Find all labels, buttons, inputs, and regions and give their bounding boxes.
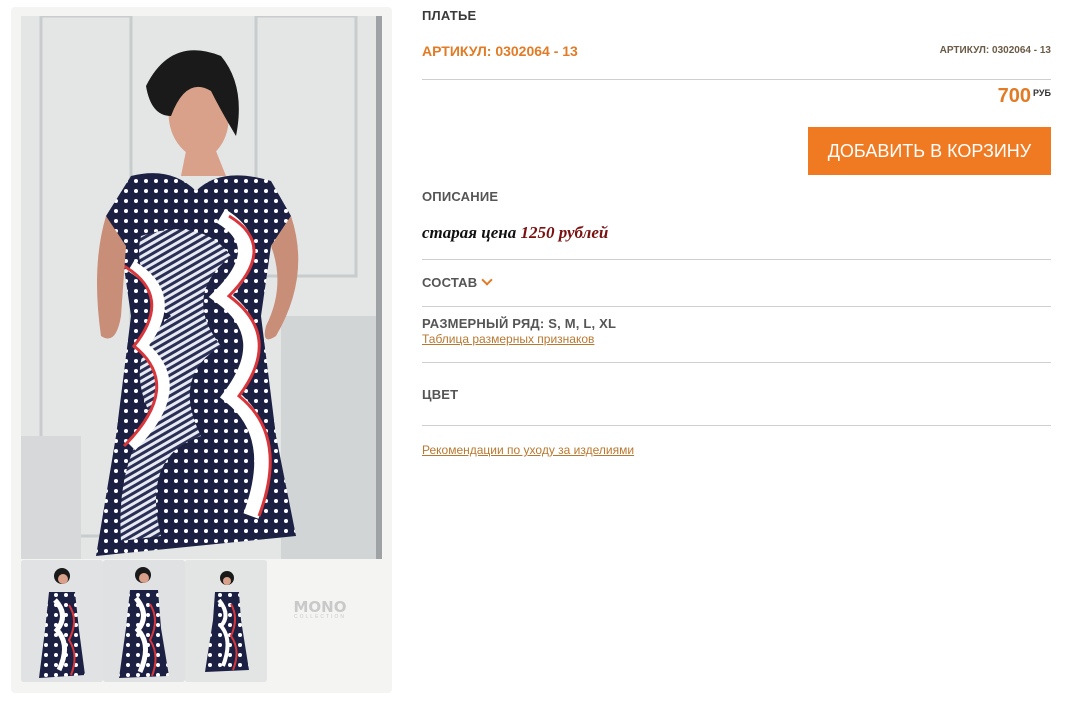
old-price-prefix: старая цена [422, 223, 517, 242]
dress-photo-illustration [21, 16, 382, 559]
logo-subtext: COLLECTION [294, 614, 346, 620]
price-currency: РУБ [1033, 88, 1051, 98]
divider [422, 79, 1051, 80]
care-recommendations-link[interactable]: Рекомендации по уходу за изделиями [422, 443, 634, 457]
color-title: ЦВЕТ [422, 387, 459, 402]
old-price-value: 1250 рублей [520, 223, 609, 242]
thumbnail-strip: MONO COLLECTION [21, 560, 382, 684]
divider [422, 425, 1051, 426]
thumbnail-image [21, 560, 103, 682]
product-sku-secondary: АРТИКУЛ: 0302064 - 13 [939, 45, 1051, 56]
chevron-down-icon [481, 274, 494, 286]
price: 700 РУБ [998, 85, 1051, 108]
composition-title: СОСТАВ [422, 275, 478, 290]
thumbnail-image [185, 560, 267, 682]
product-gallery: MONO COLLECTION [11, 7, 392, 693]
size-range: РАЗМЕРНЫЙ РЯД: S, M, L, XL [422, 316, 617, 331]
composition-toggle[interactable]: СОСТАВ [422, 274, 494, 290]
description-title: ОПИСАНИЕ [422, 189, 499, 204]
size-table-link[interactable]: Таблица размерных признаков [422, 332, 594, 346]
brand-logo: MONO COLLECTION [279, 598, 361, 620]
product-type-title: ПЛАТЬЕ [422, 8, 477, 23]
divider [422, 259, 1051, 260]
divider [422, 306, 1051, 307]
product-sku: АРТИКУЛ: 0302064 - 13 [422, 43, 578, 59]
add-to-cart-button[interactable]: ДОБАВИТЬ В КОРЗИНУ [808, 127, 1051, 175]
divider [422, 362, 1051, 363]
thumbnail-image [103, 560, 185, 682]
main-product-photo[interactable] [21, 16, 382, 559]
thumbnail-3[interactable] [185, 560, 267, 682]
thumbnail-1[interactable] [21, 560, 103, 682]
old-price: старая цена 1250 рублей [422, 223, 608, 243]
thumbnail-2[interactable] [103, 560, 185, 682]
price-value: 700 [997, 85, 1032, 107]
